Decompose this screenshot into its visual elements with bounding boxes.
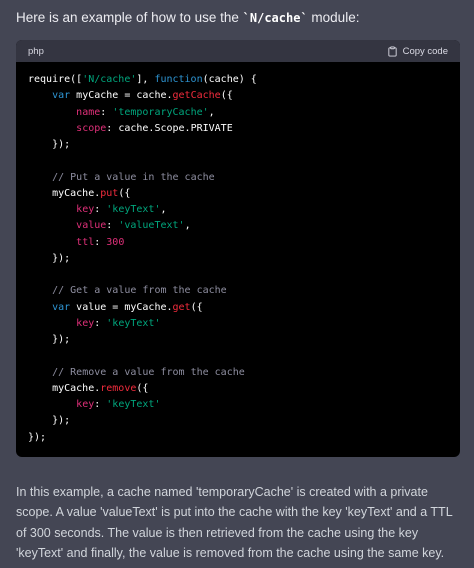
code-token: get	[172, 301, 191, 313]
code-token: });	[28, 334, 71, 345]
clipboard-icon	[387, 45, 398, 57]
code-line: // Put a value in the cache	[28, 170, 460, 186]
code-token: ttl	[76, 236, 95, 248]
code-token: :	[94, 317, 107, 329]
code-line: scope: cache.Scope.PRIVATE	[28, 121, 460, 137]
code-token: 'valueText'	[118, 220, 185, 232]
code-language: php	[28, 45, 44, 57]
code-token: :	[94, 399, 107, 410]
code-token: put	[100, 187, 119, 199]
code-token: 'keyText'	[106, 399, 161, 410]
code-line: });	[28, 251, 460, 267]
code-header: php Copy code	[16, 40, 460, 62]
explanation-text: In this example, a cache named 'temporar…	[16, 485, 453, 561]
code-line: myCache.remove({	[28, 381, 460, 397]
code-token: ],	[136, 74, 155, 85]
code-token: myCache.	[28, 382, 101, 394]
code-line: });	[28, 137, 460, 153]
code-line: // Remove a value from the cache	[28, 365, 460, 381]
code-line: key: 'keyText'	[28, 316, 460, 332]
code-line: myCache.put({	[28, 186, 460, 202]
code-content: require(['N/cache'], function(cache) { v…	[16, 62, 460, 446]
code-block: php Copy code require(['N/cache'], funct…	[16, 40, 460, 457]
code-token: 'N/cache'	[82, 74, 137, 85]
code-line: key: 'keyText',	[28, 202, 460, 218]
code-token: });	[28, 431, 47, 443]
code-line: var value = myCache.get({	[28, 300, 460, 316]
intro-text: Here is an example of how to use the `N/…	[16, 8, 462, 28]
code-token: 'temporaryCache'	[112, 106, 209, 118]
code-line: name: 'temporaryCache',	[28, 105, 460, 121]
code-token: ,	[184, 220, 191, 232]
intro-suffix: module:	[307, 10, 360, 25]
code-token: ({	[136, 382, 149, 394]
code-line: });	[28, 430, 460, 446]
code-token: value	[76, 220, 107, 232]
code-token: name	[76, 106, 101, 118]
code-token: :	[94, 236, 107, 248]
code-token: myCache.	[28, 187, 101, 199]
code-token: // Get a value from the cache	[52, 285, 227, 297]
code-token: });	[28, 252, 71, 264]
code-token: // Remove a value from the cache	[52, 366, 245, 378]
code-token: });	[28, 415, 71, 427]
code-token: // Put a value in the cache	[52, 171, 215, 183]
code-line: require(['N/cache'], function(cache) {	[28, 72, 460, 88]
module-name: `N/cache`	[242, 11, 308, 25]
code-token: function	[154, 74, 203, 85]
code-line: // Get a value from the cache	[28, 283, 460, 299]
code-token: 300	[106, 236, 125, 248]
code-token: ,	[208, 106, 215, 118]
code-token: :	[106, 220, 119, 232]
code-token: require([	[28, 74, 83, 85]
code-token: scope	[76, 122, 107, 134]
code-line: key: 'keyText'	[28, 397, 460, 413]
code-token: :	[94, 204, 107, 215]
code-token: 'keyText'	[106, 317, 161, 329]
copy-code-button[interactable]: Copy code	[387, 46, 448, 57]
code-token: ,	[160, 204, 167, 215]
code-token: ({	[220, 90, 233, 102]
code-token: ({	[118, 187, 131, 199]
code-token: (cache) {	[202, 74, 257, 85]
code-line: });	[28, 413, 460, 429]
code-token: remove	[100, 382, 137, 394]
code-token: value = myCache.	[70, 301, 173, 313]
code-token: getCache	[172, 90, 221, 102]
code-line: value: 'valueText',	[28, 218, 460, 234]
code-token: var	[52, 90, 71, 102]
intro-prefix: Here is an example of how to use the	[16, 10, 243, 25]
code-token: key	[76, 204, 95, 215]
code-token: :	[100, 106, 113, 118]
code-token: myCache = cache.	[70, 90, 173, 102]
code-line: var myCache = cache.getCache({	[28, 88, 460, 104]
code-token: key	[76, 399, 95, 410]
code-token: key	[76, 317, 95, 329]
code-token: 'keyText'	[106, 204, 161, 215]
code-token: : cache.Scope.PRIVATE	[106, 122, 233, 134]
code-token: ({	[190, 301, 203, 313]
code-line: ttl: 300	[28, 235, 460, 251]
copy-code-label: Copy code	[402, 45, 448, 57]
code-token: var	[52, 301, 71, 313]
code-token: });	[28, 139, 71, 150]
code-line: });	[28, 332, 460, 348]
